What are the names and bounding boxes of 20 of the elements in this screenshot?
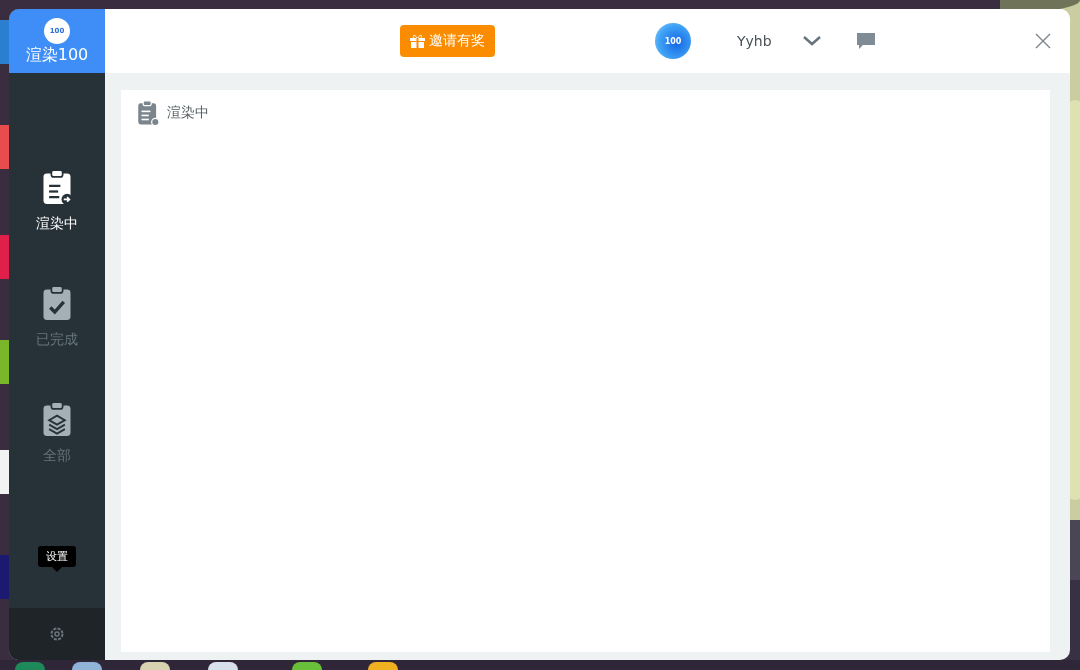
tooltip: 设置 — [38, 546, 76, 572]
taskbar-icon[interactable] — [292, 662, 322, 670]
nav-item[interactable]: 已完成 — [36, 285, 78, 349]
settings-icon[interactable] — [49, 626, 65, 642]
panel-title: 渲染中 — [167, 104, 209, 122]
gift-icon — [410, 34, 425, 48]
username: Yyhb — [737, 33, 772, 49]
chevron-down-icon[interactable] — [801, 36, 822, 46]
taskbar-icon[interactable] — [140, 662, 170, 670]
logo-text: 渲染100 — [25, 46, 89, 64]
taskbar-icon[interactable] — [368, 662, 398, 670]
avatar[interactable]: 100 — [655, 23, 691, 59]
nav-item[interactable]: 全部 — [39, 401, 75, 465]
taskbar-icon[interactable] — [72, 662, 102, 670]
close-icon[interactable] — [1034, 33, 1051, 49]
chat-icon[interactable] — [855, 32, 876, 50]
nav-item[interactable]: 渲染中 — [36, 169, 78, 233]
clipboard-icon — [135, 100, 161, 126]
invite-button[interactable]: 邀请有奖 — [400, 25, 495, 57]
taskbar-icon[interactable] — [208, 662, 238, 670]
